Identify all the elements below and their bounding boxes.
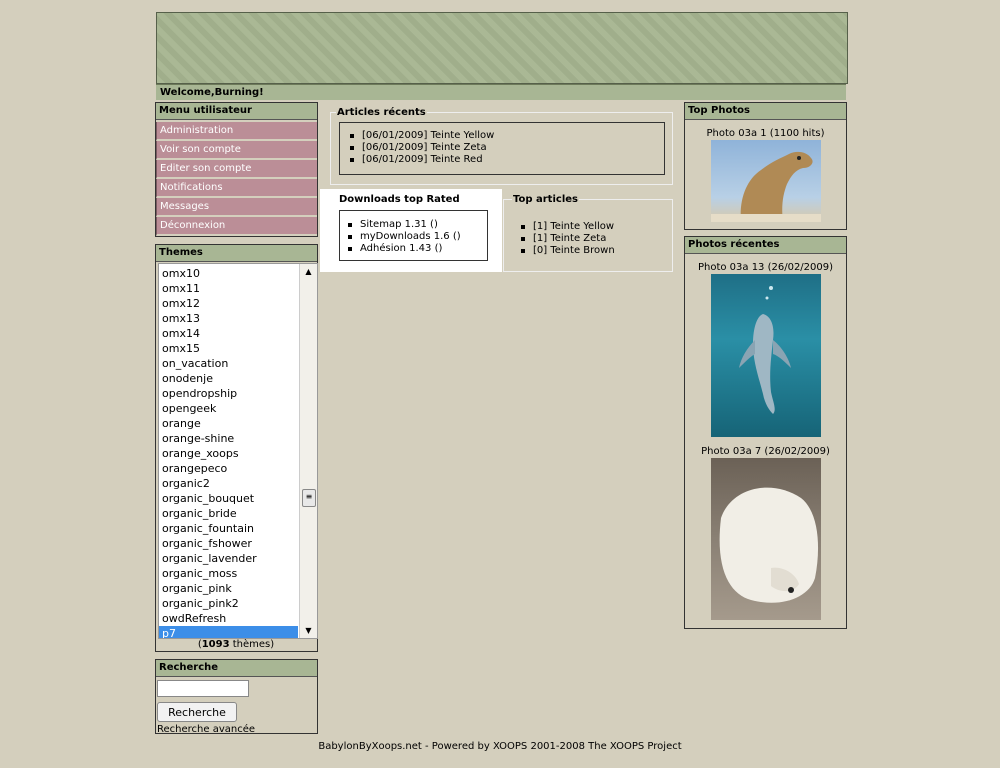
advanced-search-link[interactable]: Recherche avancée bbox=[157, 724, 255, 735]
theme-option[interactable]: owdRefresh bbox=[159, 611, 298, 626]
download-link[interactable]: myDownloads 1.6 () bbox=[360, 231, 461, 242]
menu-item-notifications[interactable]: Notifications bbox=[156, 179, 317, 198]
recent-article-link[interactable]: [06/01/2009] Teinte Zeta bbox=[362, 142, 487, 153]
recent-photos-title: Photos récentes bbox=[685, 237, 846, 254]
top-articles-title: Top articles bbox=[512, 194, 579, 205]
themes-count-number: 1093 bbox=[201, 639, 230, 650]
footer-credits: BabylonByXoops.net - Powered by XOOPS 20… bbox=[318, 741, 682, 752]
theme-option[interactable]: orangepeco bbox=[159, 461, 298, 476]
theme-option[interactable]: organic_fshower bbox=[159, 536, 298, 551]
theme-option[interactable]: organic2 bbox=[159, 476, 298, 491]
downloads-top-list: Sitemap 1.31 () myDownloads 1.6 () Adhés… bbox=[339, 210, 488, 261]
themes-count-label: thèmes) bbox=[229, 639, 275, 650]
recent-articles-title: Articles récents bbox=[336, 107, 427, 118]
menu-item-edit-account[interactable]: Editer son compte bbox=[156, 160, 317, 179]
theme-option[interactable]: organic_pink bbox=[159, 581, 298, 596]
theme-option[interactable]: organic_bouquet bbox=[159, 491, 298, 506]
list-item[interactable]: myDownloads 1.6 () bbox=[345, 231, 487, 243]
theme-option[interactable]: omx15 bbox=[159, 341, 298, 356]
list-item[interactable]: Adhésion 1.43 () bbox=[345, 243, 487, 255]
photo-caption: Photo 03a 13 (26/02/2009) bbox=[697, 262, 834, 273]
site-header-banner bbox=[156, 12, 848, 84]
menu-item-administration[interactable]: Administration bbox=[156, 122, 317, 141]
menu-item-logout[interactable]: Déconnexion bbox=[156, 217, 317, 236]
theme-option[interactable]: orange_xoops bbox=[159, 446, 298, 461]
scroll-up-arrow-icon[interactable]: ▲ bbox=[300, 264, 317, 279]
top-article-link[interactable]: [0] Teinte Brown bbox=[533, 245, 615, 256]
themes-block: Themes omx10 omx11 omx12 omx13 omx14 omx… bbox=[155, 244, 318, 652]
theme-option[interactable]: organic_bride bbox=[159, 506, 298, 521]
recent-articles-list: [06/01/2009] Teinte Yellow [06/01/2009] … bbox=[339, 122, 665, 175]
themes-title: Themes bbox=[156, 245, 317, 262]
scroll-down-arrow-icon[interactable]: ▼ bbox=[300, 623, 317, 638]
theme-option[interactable]: omx11 bbox=[159, 281, 298, 296]
top-articles-block: Top articles [1] Teinte Yellow [1] Teint… bbox=[503, 194, 673, 272]
top-article-link[interactable]: [1] Teinte Zeta bbox=[533, 233, 606, 244]
search-input[interactable] bbox=[157, 680, 249, 697]
theme-option[interactable]: orange bbox=[159, 416, 298, 431]
top-photos-title: Top Photos bbox=[685, 103, 846, 120]
list-item[interactable]: Sitemap 1.31 () bbox=[345, 219, 487, 231]
theme-option[interactable]: organic_lavender bbox=[159, 551, 298, 566]
scroll-thumb[interactable]: ≡ bbox=[302, 489, 316, 507]
theme-option[interactable]: organic_pink2 bbox=[159, 596, 298, 611]
top-photos-block: Top Photos Photo 03a 1 (1100 hits) bbox=[684, 102, 847, 230]
theme-option-selected[interactable]: p7 bbox=[159, 626, 298, 638]
theme-option[interactable]: on_vacation bbox=[159, 356, 298, 371]
theme-option[interactable]: opengeek bbox=[159, 401, 298, 416]
themes-count: (1093 thèmes) bbox=[156, 639, 316, 650]
themes-select-list[interactable]: omx10 omx11 omx12 omx13 omx14 omx15 on_v… bbox=[158, 263, 318, 639]
recent-article-link[interactable]: [06/01/2009] Teinte Red bbox=[362, 154, 483, 165]
download-link[interactable]: Sitemap 1.31 () bbox=[360, 219, 438, 230]
theme-option[interactable]: onodenje bbox=[159, 371, 298, 386]
photo-caption: Photo 03a 7 (26/02/2009) bbox=[701, 446, 830, 457]
list-item[interactable]: [1] Teinte Zeta bbox=[518, 233, 615, 245]
download-link[interactable]: Adhésion 1.43 () bbox=[360, 243, 442, 254]
top-article-link[interactable]: [1] Teinte Yellow bbox=[533, 221, 614, 232]
theme-option[interactable]: organic_moss bbox=[159, 566, 298, 581]
theme-option[interactable]: opendropship bbox=[159, 386, 298, 401]
user-menu-block: Menu utilisateur Administration Voir son… bbox=[155, 102, 318, 237]
search-block: Recherche Recherche Recherche avancée bbox=[155, 659, 318, 735]
user-menu-title: Menu utilisateur bbox=[156, 103, 317, 120]
list-item[interactable]: [0] Teinte Brown bbox=[518, 245, 615, 257]
menu-item-messages[interactable]: Messages bbox=[156, 198, 317, 217]
recent-articles-block: Articles récents [06/01/2009] Teinte Yel… bbox=[330, 107, 673, 185]
welcome-message: Welcome,Burning! bbox=[156, 84, 846, 100]
list-item[interactable]: [1] Teinte Yellow bbox=[518, 221, 615, 233]
themes-scrollbar[interactable]: ▲ ≡ ▼ bbox=[299, 264, 317, 638]
themes-options: omx10 omx11 omx12 omx13 omx14 omx15 on_v… bbox=[159, 266, 317, 638]
polar-bear-photo-icon[interactable] bbox=[711, 458, 821, 620]
menu-item-view-account[interactable]: Voir son compte bbox=[156, 141, 317, 160]
search-button[interactable]: Recherche bbox=[157, 702, 237, 722]
photo-caption: Photo 03a 1 (1100 hits) bbox=[706, 128, 825, 139]
camel-photo-icon[interactable] bbox=[711, 140, 821, 222]
theme-option[interactable]: orange-shine bbox=[159, 431, 298, 446]
list-item[interactable]: [06/01/2009] Teinte Zeta bbox=[347, 142, 664, 154]
dolphin-photo-icon[interactable] bbox=[711, 274, 821, 437]
recent-photos-block: Photos récentes Photo 03a 13 (26/02/2009… bbox=[684, 236, 847, 629]
search-title: Recherche bbox=[156, 660, 317, 677]
list-item[interactable]: [06/01/2009] Teinte Red bbox=[347, 154, 664, 166]
list-item[interactable]: [06/01/2009] Teinte Yellow bbox=[347, 130, 664, 142]
theme-option[interactable]: organic_fountain bbox=[159, 521, 298, 536]
downloads-top-rated-block: Downloads top Rated Sitemap 1.31 () myDo… bbox=[320, 189, 502, 272]
theme-option[interactable]: omx14 bbox=[159, 326, 298, 341]
theme-option[interactable]: omx13 bbox=[159, 311, 298, 326]
recent-article-link[interactable]: [06/01/2009] Teinte Yellow bbox=[362, 130, 494, 141]
downloads-top-title: Downloads top Rated bbox=[339, 194, 460, 205]
theme-option[interactable]: omx12 bbox=[159, 296, 298, 311]
theme-option[interactable]: omx10 bbox=[159, 266, 298, 281]
